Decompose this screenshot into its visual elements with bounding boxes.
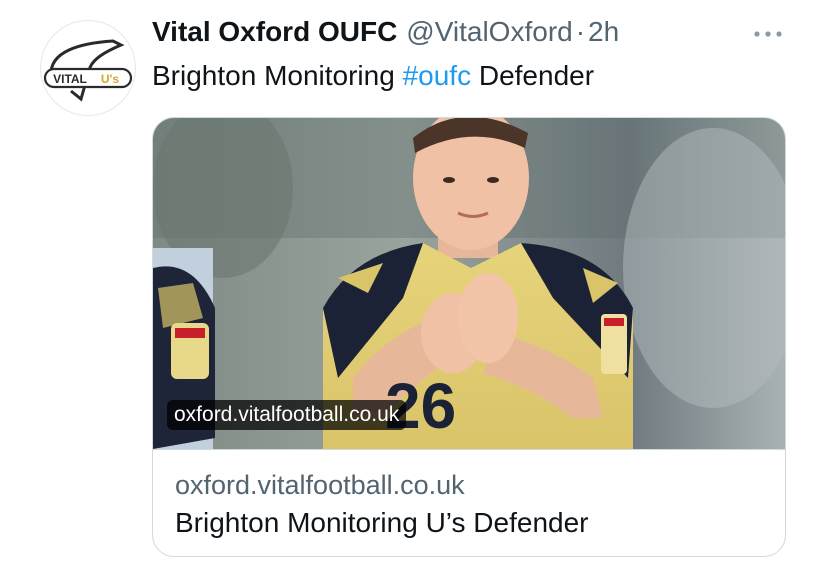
avatar-text-right: U's (101, 72, 120, 86)
link-preview-card[interactable]: 26 oxford.vitalfootball.co.uk oxford.vit… (152, 117, 786, 557)
header-separator: · (575, 16, 586, 47)
card-image[interactable]: 26 oxford.vitalfootball.co.uk (153, 118, 785, 449)
more-options-icon (754, 31, 782, 37)
tweet-header: Vital Oxford OUFC @VitalOxford · 2h (152, 16, 619, 56)
tweet-text-after: Defender (471, 60, 595, 91)
card-domain: oxford.vitalfootball.co.uk (175, 470, 465, 500)
card-body[interactable]: oxford.vitalfootball.co.uk Brighton Moni… (153, 449, 785, 556)
author-handle[interactable]: @VitalOxford (406, 16, 572, 48)
hashtag-link[interactable]: #oufc (403, 60, 472, 91)
author-avatar[interactable]: VITAL U's (40, 20, 136, 116)
tweet-timestamp[interactable]: 2h (588, 16, 619, 48)
vital-logo-icon: VITAL U's (43, 39, 133, 102)
avatar-text-left: VITAL (53, 72, 87, 86)
tweet-text-before: Brighton Monitoring (152, 60, 403, 91)
more-options-button[interactable] (746, 20, 790, 48)
author-name[interactable]: Vital Oxford OUFC (152, 16, 397, 48)
tweet-text: Brighton Monitoring #oufc Defender (152, 60, 594, 92)
card-title[interactable]: Brighton Monitoring U’s Defender (175, 507, 588, 539)
image-domain-overlay: oxford.vitalfootball.co.uk (167, 400, 407, 430)
